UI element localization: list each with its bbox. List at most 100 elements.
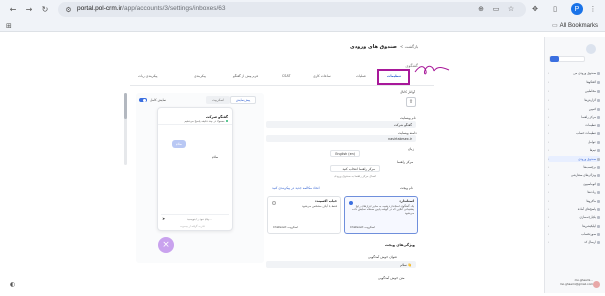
language-select[interactable]: English (en) xyxy=(330,150,360,157)
preview-tab[interactable]: پیش‌نمایش xyxy=(230,96,256,104)
user-email: mo.ghaemi@gmail.com xyxy=(559,281,593,286)
chevron-icon: › xyxy=(548,157,550,161)
cast-icon[interactable]: ▭ xyxy=(491,4,501,14)
apps-grid-icon[interactable]: ⊞ xyxy=(6,22,12,30)
sidebar-item-icon xyxy=(597,232,600,236)
upload-icon[interactable]: ⇪ xyxy=(406,97,416,107)
folder-icon: ▭ xyxy=(552,23,558,29)
sidebar-item[interactable]: › عوامل xyxy=(548,139,600,145)
widget-style-expanded[interactable]: حباب اکسپندد فقط با آیکن مشخص می‌شود Cha… xyxy=(267,196,341,234)
sidebar-item-icon xyxy=(597,207,600,211)
help-center-label: مرکز راهنما xyxy=(397,160,414,164)
chevron-icon: › xyxy=(548,224,550,228)
chevron-icon: › xyxy=(548,123,550,127)
forward-icon[interactable]: → xyxy=(24,4,34,14)
tab-agents[interactable]: عملیات xyxy=(356,74,366,78)
sidebar-item-label: صورتحساب xyxy=(581,232,596,236)
sidebar-item[interactable]: › ارسال کد xyxy=(548,239,600,245)
site-info-icon[interactable]: ⚙ xyxy=(64,5,73,14)
website-name-input[interactable]: گفتگو شرکت xyxy=(266,121,416,128)
card-desc: فقط با آیکن مشخص می‌شود xyxy=(301,203,337,208)
full-view-toggle[interactable] xyxy=(139,98,147,102)
help-center-hint: اتصال مرکز راهنما به صندوق ورودی xyxy=(334,174,377,178)
help-center-select[interactable]: مرکز راهنما انتخاب کنید xyxy=(330,165,380,172)
back-link[interactable]: < بازگشت xyxy=(400,44,418,49)
sidebar-item-icon xyxy=(597,107,600,111)
sidebar-item[interactable]: › صندوق ورودی من xyxy=(548,70,600,76)
chevron-icon: › xyxy=(548,89,550,93)
sidebar-item[interactable]: › تنظیمات xyxy=(548,122,600,128)
sidebar-item[interactable]: › مخاطبین xyxy=(548,88,600,94)
new-button[interactable] xyxy=(550,56,559,62)
chevron-icon: › xyxy=(548,80,550,84)
sidebar-item[interactable]: › برچسب‌ها xyxy=(548,164,600,170)
sidebar-item-label: ارسال کد xyxy=(584,240,596,244)
tab-configuration[interactable]: پیکربندی xyxy=(194,74,206,78)
menu-icon[interactable]: ⋮ xyxy=(588,4,598,14)
sidebar-item[interactable]: › تنظیمات حساب xyxy=(548,130,600,136)
script-tab[interactable]: اسکریپت xyxy=(206,96,230,104)
sidebar-item[interactable]: › صندوق ورودی xyxy=(548,156,600,162)
chevron-icon: › xyxy=(548,173,550,177)
sidebar-item[interactable]: › اتوماسیون xyxy=(548,181,600,187)
tab-bot-configuration[interactable]: پیکربندی ربات xyxy=(138,74,157,78)
profile-avatar[interactable]: P xyxy=(571,3,583,15)
chevron-icon: › xyxy=(548,131,550,135)
sidebar-item-icon xyxy=(597,140,600,144)
sidebar-item[interactable]: › مرکز راهنما xyxy=(548,114,600,120)
tab-business-hours[interactable]: ساعات کاری xyxy=(313,74,331,78)
website-domain-input[interactable]: nasirtabrsex.ir xyxy=(266,135,416,142)
widget-style-standard[interactable]: استاندارد یک گفتگوی استاندارد شبیه به سا… xyxy=(344,196,418,234)
zoom-icon[interactable]: ⊕ xyxy=(476,4,486,14)
sidebar-item-label: تنظیمات حساب xyxy=(576,131,596,135)
sidebar-item-icon xyxy=(597,71,600,75)
sidebar-item[interactable]: › تیم‌ها xyxy=(548,147,600,153)
radio-expanded[interactable] xyxy=(272,201,276,205)
greeting-title-input[interactable]: سلام 👋 xyxy=(266,261,416,268)
sidebar-item[interactable]: › پاسخ‌های آماده xyxy=(548,206,600,212)
sidebar-item[interactable]: › اپلیکیشن‌ها xyxy=(548,223,600,229)
sidebar-item-icon xyxy=(597,190,600,194)
sidebar-item-icon xyxy=(597,123,600,127)
sidepanel-icon[interactable]: ▯ xyxy=(550,4,560,14)
sidebar-item-icon xyxy=(597,148,600,152)
chevron-icon: › xyxy=(548,190,550,194)
user-info[interactable]: mo.ghaemi... mo.ghaemi@gmail.com xyxy=(555,278,593,289)
bookmark-star-icon[interactable]: ☆ xyxy=(506,4,516,14)
sidebar-item-icon xyxy=(597,199,600,203)
sidebar-item[interactable]: › یکپارچه‌سازی xyxy=(548,214,600,220)
radio-standard[interactable] xyxy=(349,201,353,205)
scrollbar-thumb[interactable] xyxy=(124,93,127,119)
widget-divider xyxy=(158,124,232,125)
sidebar-item[interactable]: › کمپین xyxy=(548,106,600,112)
chevron-icon: › xyxy=(548,182,550,186)
chevron-icon: › xyxy=(548,98,550,102)
send-icon[interactable]: ➤ xyxy=(162,216,165,221)
tab-prechat-form[interactable]: فرم پیش از گفتگو xyxy=(233,74,258,78)
sidebar-item-label: گزارش‌ها xyxy=(584,98,596,102)
extensions-icon[interactable]: ✥ xyxy=(530,4,540,14)
sidebar-item[interactable]: › گفتگوها xyxy=(548,79,600,85)
reload-icon[interactable]: ↻ xyxy=(40,4,50,14)
sidebar-item[interactable]: › ربات‌ها xyxy=(548,189,600,195)
sidebar-item[interactable]: › گزارش‌ها xyxy=(548,97,600,103)
chevron-icon: › xyxy=(548,107,550,111)
sidebar-item[interactable]: › صورتحساب xyxy=(548,231,600,237)
tab-csat[interactable]: CSAT xyxy=(282,74,290,78)
create-link[interactable]: اتحاد مکالمه جدید در پیکربندی کنید xyxy=(272,186,320,190)
close-icon[interactable]: × xyxy=(158,237,174,253)
sidebar-item[interactable]: › ویژگی‌های سفارشی xyxy=(548,172,600,178)
avatar-label: آواتار کانال xyxy=(400,90,415,94)
help-icon[interactable]: ◐ xyxy=(10,281,15,288)
sidebar-item-icon xyxy=(597,157,600,161)
sidebar-item-icon xyxy=(597,182,600,186)
all-bookmarks[interactable]: ▭ All Bookmarks xyxy=(552,22,598,29)
user-avatar[interactable] xyxy=(593,281,600,288)
sidebar-item[interactable]: › ماکروها xyxy=(548,198,600,204)
back-icon[interactable]: ← xyxy=(8,4,18,14)
sidebar-item-label: یکپارچه‌سازی xyxy=(579,215,596,219)
tab-highlight-box xyxy=(377,69,410,85)
chevron-icon: › xyxy=(548,199,550,203)
sidebar-item-label: کمپین xyxy=(588,107,596,111)
url-text[interactable]: portal.pol-crm.ir/app/accounts/3/setting… xyxy=(77,5,226,12)
